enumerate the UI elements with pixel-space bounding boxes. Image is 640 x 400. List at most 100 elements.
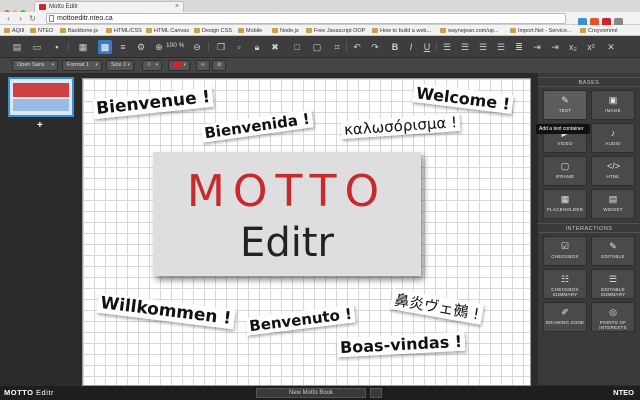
bookmark-item[interactable]: Croyvommé: [580, 27, 618, 35]
format-toolbar: Open Sans ▾ Format 1 ▾ Size 1 ▾ A ▾ ▾ ∞ ⊘: [0, 58, 640, 73]
square-outline-icon[interactable]: ▢: [310, 40, 324, 54]
format-value: Format 1: [67, 62, 90, 68]
text-benvenuto[interactable]: Benvenuto !: [245, 304, 356, 336]
bookmark-item[interactable]: Backbone.js: [60, 27, 98, 35]
zoom-out-icon[interactable]: ⊖: [190, 40, 204, 54]
subscript-icon[interactable]: x₂: [566, 40, 580, 54]
bookmark-item[interactable]: Mobile: [238, 27, 262, 35]
widget-widget-button[interactable]: ▤ WIDGET: [591, 189, 635, 219]
bookmark-item[interactable]: AQIII: [4, 27, 25, 35]
undo-icon[interactable]: ↶: [350, 40, 364, 54]
copy-icon[interactable]: ❐: [214, 40, 228, 54]
grid-icon[interactable]: ▦: [76, 40, 90, 54]
back-icon[interactable]: ‹: [4, 14, 13, 23]
unlink-icon: ⊘: [217, 62, 222, 68]
book-options-button[interactable]: [370, 388, 382, 398]
text-greek[interactable]: καλωσόρισμα !: [340, 112, 461, 140]
text-welcome[interactable]: Welcome !: [412, 82, 515, 115]
url-input[interactable]: mottoeditr.nteo.ca: [46, 13, 566, 24]
italic-icon[interactable]: I: [404, 40, 418, 54]
widget-iframe-button[interactable]: ▢ IFRAME: [543, 156, 587, 186]
crop-icon[interactable]: ⌗: [330, 40, 344, 54]
align-center-icon[interactable]: ☰: [458, 40, 472, 54]
book-name-button[interactable]: New Motto Book: [256, 388, 366, 398]
align-right-icon[interactable]: ☰: [476, 40, 490, 54]
bookmark-item[interactable]: HTML Canvas: [146, 27, 189, 35]
superscript-icon[interactable]: x²: [584, 40, 598, 54]
snap-grid-icon[interactable]: ▩: [98, 40, 112, 54]
widget-points-of-interests-button[interactable]: ◎ POINTS OF INTERESTS: [591, 302, 635, 332]
widget-checkbox-summary-button[interactable]: ☷ CHECKBOX SUMMARY: [543, 269, 587, 299]
brush-icon: ✐: [561, 307, 569, 317]
text-bienvenida[interactable]: Bienvenida !: [200, 109, 314, 143]
widget-placeholder-button[interactable]: ▦ PLACEHOLDER: [543, 189, 587, 219]
indent-icon[interactable]: ⇥: [530, 40, 544, 54]
folder-icon[interactable]: ▤: [10, 40, 24, 54]
size-select[interactable]: Size 1 ▾: [106, 60, 134, 71]
square-icon[interactable]: □: [290, 40, 304, 54]
list-icon[interactable]: ≣: [512, 40, 526, 54]
bookmark-item[interactable]: Free Javascript OOP: [306, 27, 365, 35]
widget-editable-button[interactable]: ✎ EDITABLE: [591, 236, 635, 266]
redo-icon[interactable]: ↷: [368, 40, 382, 54]
image-icon: ▣: [608, 95, 618, 105]
text-bienvenue[interactable]: Bienvenue !: [92, 86, 215, 120]
widget-html-button[interactable]: </> HTML: [591, 156, 635, 186]
widget-audio-button[interactable]: ♪ AUDIO: [591, 123, 635, 153]
zoom-level[interactable]: 100 %: [166, 42, 184, 49]
widget-drawing-zone-button[interactable]: ✐ DRAWING ZONE: [543, 302, 587, 332]
bookmark-item[interactable]: waynejean.com/up...: [440, 27, 498, 35]
text-color-select[interactable]: A ▾: [142, 60, 162, 71]
bookmark-item[interactable]: Design CSS: [194, 27, 232, 35]
clear-format-icon[interactable]: ✕: [604, 40, 618, 54]
widget-editable-summary-button[interactable]: ☰ EDITABLE SUMMARY: [591, 269, 635, 299]
gear-icon[interactable]: ⚙: [134, 40, 148, 54]
editor-canvas[interactable]: Bienvenue ! Bienvenida ! Welcome ! καλωσ…: [82, 78, 531, 386]
trash-icon[interactable]: ✖: [268, 40, 282, 54]
justify-icon[interactable]: ☰: [494, 40, 508, 54]
widget-checkbox-button[interactable]: ☑ CHECKBOX: [543, 236, 587, 266]
widget-label: PLACEHOLDER: [546, 207, 584, 212]
bookmark-item[interactable]: NTEO: [30, 27, 53, 35]
save-icon[interactable]: ▪: [50, 40, 64, 54]
unlink-button[interactable]: ⊘: [212, 60, 226, 71]
zoom-icon[interactable]: ⊕: [152, 40, 166, 54]
format-select[interactable]: Format 1 ▾: [62, 60, 102, 71]
text-boas-vindas[interactable]: Boas-vindas !: [336, 331, 466, 358]
link-button[interactable]: ∞: [196, 60, 210, 71]
paste-icon[interactable]: ▫: [232, 40, 246, 54]
chevron-down-icon: ▾: [95, 62, 98, 68]
footer-brand-rest: Editr: [33, 388, 54, 397]
text-willkommen[interactable]: Willkommen !: [96, 292, 236, 330]
page-thumbnail[interactable]: [8, 77, 74, 117]
bookmark-item[interactable]: HTML/CSS: [106, 27, 142, 35]
forward-icon[interactable]: ›: [16, 14, 25, 23]
add-page-icon[interactable]: +: [37, 120, 43, 131]
layers-icon[interactable]: ≡: [116, 40, 130, 54]
widget-label: POINTS OF INTERESTS: [599, 320, 627, 330]
music-icon: ♪: [610, 128, 616, 138]
footer-nteo-logo: NTEO: [613, 388, 634, 397]
link-icon: ∞: [201, 62, 205, 68]
widget-label: IFRAME: [555, 174, 575, 179]
underline-icon[interactable]: U: [420, 40, 434, 54]
align-left-icon[interactable]: ☰: [440, 40, 454, 54]
widget-text-button[interactable]: ✎ TEXT: [543, 90, 587, 120]
logo-motto: MOTTO: [186, 166, 388, 217]
text-japanese[interactable]: 鼻炎ヴェ鵺 !: [389, 288, 484, 325]
close-tab-icon[interactable]: ×: [175, 3, 179, 10]
bookmark-item[interactable]: How to build a web...: [372, 27, 431, 35]
widget-image-button[interactable]: ▣ IMAGE: [591, 90, 635, 120]
font-family-select[interactable]: Open Sans ▾: [12, 60, 58, 71]
fill-color-select[interactable]: ▾: [168, 60, 190, 71]
bold-icon[interactable]: B: [388, 40, 402, 54]
browser-tab[interactable]: Motto Editr ×: [34, 1, 184, 12]
lock-icon[interactable]: 🔒︎: [250, 40, 264, 54]
open-folder-icon[interactable]: ▭: [30, 40, 44, 54]
footer-brand-bold: MOTTO: [4, 388, 34, 397]
logo-card[interactable]: MOTTO Editr: [153, 152, 421, 276]
reload-icon[interactable]: ↻: [28, 14, 37, 23]
bookmark-item[interactable]: Import.Net - Service...: [510, 27, 572, 35]
text-size-icon[interactable]: ⇥: [548, 40, 562, 54]
bookmark-item[interactable]: Node.js: [272, 27, 299, 35]
